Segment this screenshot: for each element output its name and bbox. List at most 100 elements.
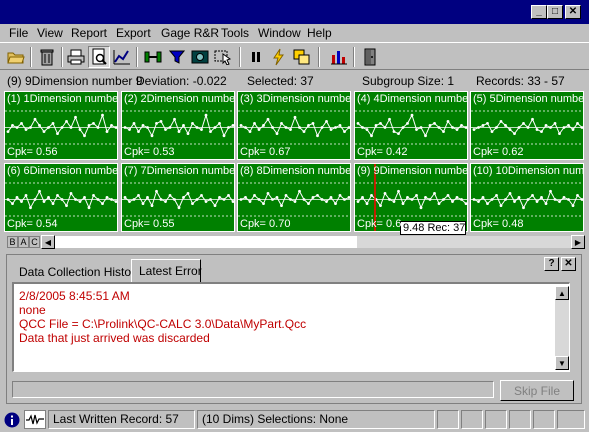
scroll-track[interactable]	[357, 236, 571, 248]
chart-point[interactable]	[128, 200, 131, 203]
menu-file[interactable]: File	[9, 26, 28, 40]
chart-point[interactable]	[123, 196, 127, 199]
chart-point[interactable]	[164, 200, 167, 203]
menu-export[interactable]: Export	[116, 26, 151, 40]
chart-point[interactable]	[209, 130, 212, 133]
chart-point[interactable]	[472, 198, 476, 201]
chart-point[interactable]	[553, 198, 557, 201]
chart-point[interactable]	[204, 113, 208, 117]
chart-point[interactable]	[320, 126, 324, 129]
chart-point[interactable]	[549, 126, 552, 129]
chart-point[interactable]	[531, 194, 534, 197]
chart-point[interactable]	[83, 196, 86, 199]
chart-point[interactable]	[257, 128, 261, 131]
chart-point[interactable]	[262, 202, 265, 205]
chart-point[interactable]	[558, 132, 561, 136]
chart-point[interactable]	[271, 198, 274, 201]
scroll-left-button[interactable]: ◀	[41, 235, 55, 249]
chart-point[interactable]	[114, 200, 118, 203]
chart-point[interactable]	[343, 198, 346, 201]
chart-point[interactable]	[460, 198, 463, 201]
chart-point[interactable]	[499, 204, 503, 208]
chart-point[interactable]	[266, 191, 270, 195]
delete-button[interactable]	[36, 46, 58, 68]
chart-point[interactable]	[177, 130, 181, 133]
control-chart[interactable]: (4) 4Dimension number Cpk= 0.42	[354, 91, 468, 160]
chart-point[interactable]	[472, 128, 476, 131]
chart-point[interactable]	[239, 198, 243, 201]
chart-point[interactable]	[365, 128, 369, 131]
chart-point[interactable]	[442, 198, 445, 201]
chart-point[interactable]	[33, 198, 37, 201]
chart-point[interactable]	[302, 198, 306, 201]
info-status-button[interactable]	[3, 410, 21, 429]
chart-point[interactable]	[415, 194, 418, 197]
chart-point[interactable]	[428, 198, 432, 201]
chart-point[interactable]	[392, 130, 396, 133]
chart-point[interactable]	[486, 202, 489, 205]
chart-point[interactable]	[374, 124, 378, 127]
chart-point[interactable]	[490, 198, 494, 201]
chart-point[interactable]	[51, 202, 55, 205]
chart-point[interactable]	[410, 198, 414, 201]
chart-point[interactable]	[146, 126, 149, 129]
chart-point[interactable]	[110, 124, 113, 127]
chart-point[interactable]	[213, 126, 217, 129]
chart-point[interactable]	[29, 126, 32, 129]
chart-point[interactable]	[406, 196, 409, 199]
chart-point[interactable]	[424, 196, 427, 199]
chart-point[interactable]	[517, 126, 521, 129]
chart-point[interactable]	[397, 189, 400, 193]
chart-point[interactable]	[553, 122, 557, 125]
scroll-thumb[interactable]	[55, 236, 357, 248]
chart-point[interactable]	[65, 204, 68, 208]
chart-point[interactable]	[311, 196, 315, 199]
control-chart[interactable]: (1) 1Dimension number Cpk= 0.56	[4, 91, 118, 160]
chart-point[interactable]	[540, 196, 543, 199]
chart-point[interactable]	[150, 134, 154, 138]
chart-point[interactable]	[526, 126, 530, 129]
chart-point[interactable]	[146, 196, 149, 199]
chart-point[interactable]	[101, 113, 104, 117]
chart-point[interactable]	[271, 126, 274, 129]
chart-point[interactable]	[379, 122, 382, 125]
control-chart[interactable]: (3) 3Dimension number Cpk= 0.67	[237, 91, 351, 160]
chart-point[interactable]	[464, 202, 468, 205]
chart-point[interactable]	[526, 198, 530, 201]
chart-point[interactable]	[78, 128, 82, 131]
chart-point[interactable]	[383, 191, 387, 195]
chart-point[interactable]	[186, 132, 190, 136]
chart-point[interactable]	[567, 124, 570, 127]
chart-wizard-button[interactable]	[111, 46, 133, 68]
chart-point[interactable]	[159, 198, 163, 201]
chart-point[interactable]	[56, 132, 59, 136]
chart-point[interactable]	[544, 124, 548, 127]
chart-point[interactable]	[486, 122, 489, 125]
chart-point[interactable]	[200, 128, 203, 131]
filter-button[interactable]	[166, 46, 188, 68]
chart-point[interactable]	[544, 202, 548, 205]
chart-point[interactable]	[531, 117, 534, 121]
chart-point[interactable]	[209, 198, 212, 201]
chart-point[interactable]	[410, 113, 414, 117]
chart-point[interactable]	[460, 124, 463, 127]
chart-point[interactable]	[150, 204, 154, 208]
chart-point[interactable]	[329, 196, 333, 199]
chart-point[interactable]	[325, 119, 328, 123]
chart-point[interactable]	[231, 200, 235, 203]
chart-point[interactable]	[562, 126, 566, 129]
chart-point[interactable]	[433, 122, 436, 125]
chart-point[interactable]	[105, 196, 109, 199]
chart-point[interactable]	[580, 126, 584, 129]
exit-button[interactable]	[359, 46, 381, 68]
chart-point[interactable]	[504, 124, 507, 127]
chart-point[interactable]	[159, 119, 163, 123]
chart-point[interactable]	[535, 200, 539, 203]
chart-point[interactable]	[74, 115, 77, 119]
chart-point[interactable]	[128, 128, 131, 131]
chart-point[interactable]	[442, 130, 445, 133]
chart-point[interactable]	[222, 198, 226, 201]
chart-point[interactable]	[253, 194, 256, 197]
chart-tab-c[interactable]: C	[29, 236, 40, 248]
chart-point[interactable]	[227, 126, 230, 129]
